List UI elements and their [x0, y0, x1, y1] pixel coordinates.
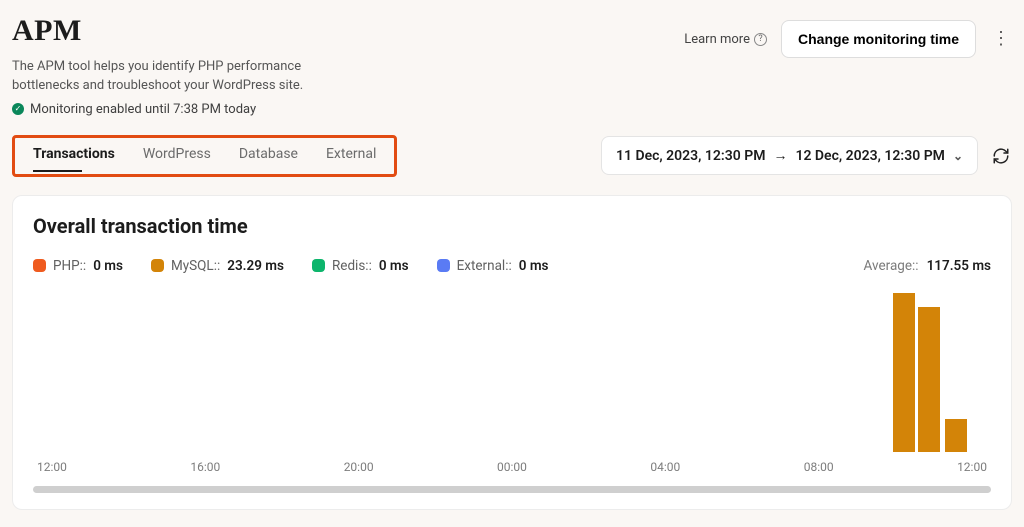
chart-bar — [945, 419, 967, 452]
chart-horizontal-scrollbar[interactable] — [33, 486, 991, 493]
chart-bar — [918, 307, 940, 452]
learn-more-label: Learn more — [684, 32, 750, 47]
status-text: Monitoring enabled until 7:38 PM today — [30, 102, 256, 117]
page-subtitle: The APM tool helps you identify PHP perf… — [12, 58, 342, 96]
x-tick: 04:00 — [650, 460, 680, 474]
chart: 12:00 16:00 20:00 00:00 04:00 08:00 12:00 — [33, 284, 991, 474]
average-label: Average:: — [864, 258, 919, 274]
legend-php-value: 0 ms — [93, 258, 123, 274]
swatch-redis — [312, 259, 325, 272]
swatch-external — [437, 259, 450, 272]
legend: PHP:: 0 ms MySQL:: 23.29 ms Redis:: 0 ms… — [33, 258, 991, 274]
legend-mysql-label: MySQL:: — [171, 258, 220, 274]
swatch-mysql — [151, 259, 164, 272]
tab-external[interactable]: External — [326, 146, 376, 166]
tabs-highlight-box: Transactions WordPress Database External — [12, 135, 397, 177]
subtitle-line2: bottlenecks and troubleshoot your WordPr… — [12, 78, 303, 93]
subtitle-line1: The APM tool helps you identify PHP perf… — [12, 59, 301, 74]
x-tick: 12:00 — [957, 460, 987, 474]
monitoring-status: ✓ Monitoring enabled until 7:38 PM today — [12, 102, 670, 117]
average-value: 117.55 ms — [927, 258, 991, 274]
legend-redis: Redis:: 0 ms — [312, 258, 409, 274]
chevron-down-icon: ⌄ — [953, 149, 963, 163]
tab-transactions[interactable]: Transactions — [33, 146, 115, 166]
legend-external: External:: 0 ms — [437, 258, 549, 274]
learn-more-link[interactable]: Learn more ? — [684, 32, 767, 47]
x-tick: 16:00 — [190, 460, 220, 474]
more-options-button[interactable]: ⋮ — [990, 30, 1012, 48]
date-range-to: 12 Dec, 2023, 12:30 PM — [795, 148, 944, 164]
date-range-arrow-icon: → — [773, 147, 787, 164]
help-icon: ? — [754, 33, 767, 46]
legend-redis-value: 0 ms — [379, 258, 409, 274]
legend-php: PHP:: 0 ms — [33, 258, 123, 274]
swatch-php — [33, 259, 46, 272]
legend-php-label: PHP:: — [53, 258, 86, 274]
transaction-time-panel: Overall transaction time PHP:: 0 ms MySQ… — [12, 195, 1012, 510]
page-title: APM — [12, 14, 670, 48]
panel-title: Overall transaction time — [33, 214, 991, 238]
legend-external-value: 0 ms — [519, 258, 549, 274]
date-range-picker[interactable]: 11 Dec, 2023, 12:30 PM → 12 Dec, 2023, 1… — [601, 136, 978, 175]
legend-mysql: MySQL:: 23.29 ms — [151, 258, 284, 274]
check-icon: ✓ — [12, 103, 24, 115]
chart-bar — [893, 293, 915, 452]
tab-database[interactable]: Database — [239, 146, 298, 166]
x-tick: 12:00 — [37, 460, 67, 474]
x-tick: 00:00 — [497, 460, 527, 474]
date-range-from: 11 Dec, 2023, 12:30 PM — [616, 148, 765, 164]
x-tick: 08:00 — [804, 460, 834, 474]
average-block: Average:: 117.55 ms — [864, 258, 991, 274]
legend-redis-label: Redis:: — [332, 258, 372, 274]
chart-bars — [33, 284, 991, 452]
x-tick: 20:00 — [344, 460, 374, 474]
change-monitoring-time-button[interactable]: Change monitoring time — [781, 20, 976, 58]
legend-external-label: External:: — [457, 258, 512, 274]
legend-mysql-value: 23.29 ms — [227, 258, 284, 274]
tab-wordpress[interactable]: WordPress — [143, 146, 211, 166]
x-axis: 12:00 16:00 20:00 00:00 04:00 08:00 12:00 — [33, 460, 991, 474]
refresh-button[interactable] — [990, 145, 1012, 167]
